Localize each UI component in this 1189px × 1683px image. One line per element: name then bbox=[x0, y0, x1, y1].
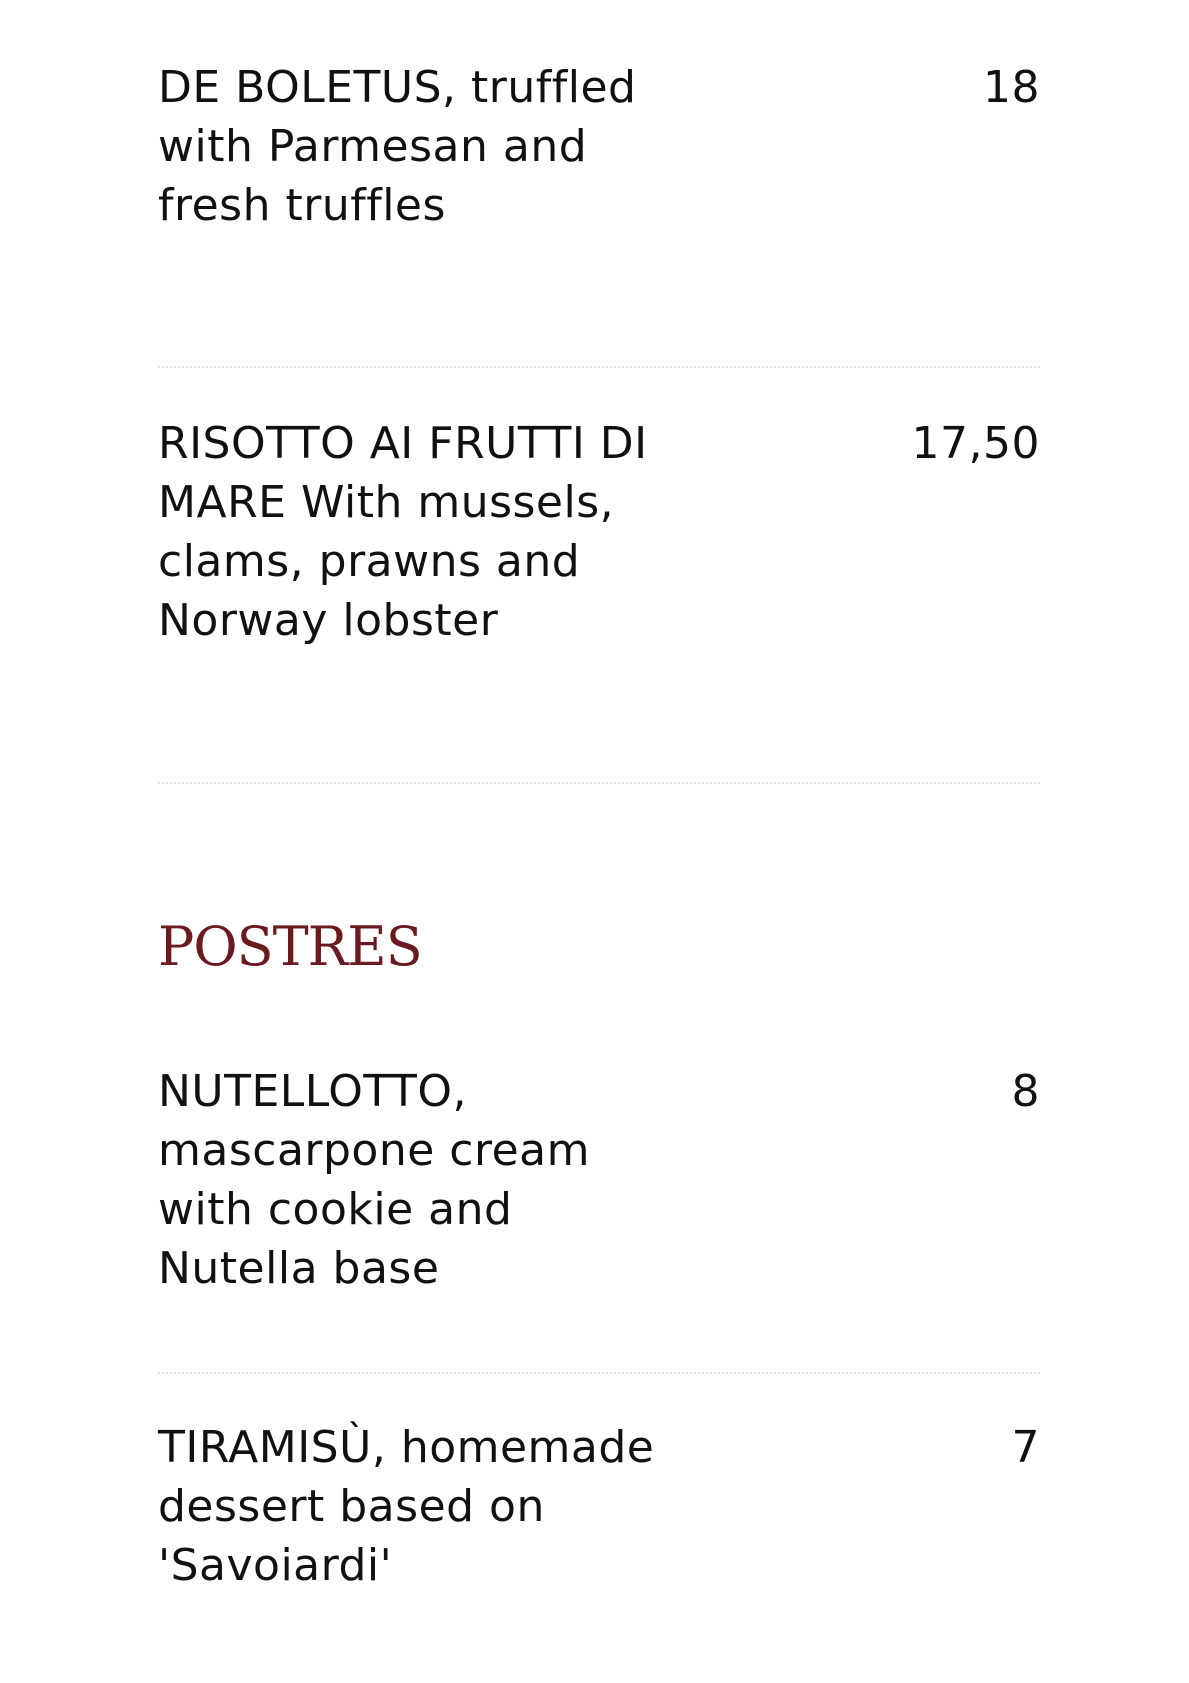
divider bbox=[158, 366, 1040, 368]
menu-item-price: 18 bbox=[983, 62, 1040, 113]
section-title-postres: POSTRES bbox=[158, 915, 423, 978]
menu-item-price: 17,50 bbox=[911, 418, 1040, 469]
menu-item-name: TIRAMISÙ, bbox=[158, 1422, 387, 1473]
menu-item-nutellotto: NUTELLOTTO, mascarpone cream with cookie… bbox=[158, 1062, 1040, 1298]
menu-item-price: 8 bbox=[1011, 1066, 1040, 1117]
menu-item-tiramisu: TIRAMISÙ, homemade dessert based on 'Sav… bbox=[158, 1418, 1040, 1595]
menu-item-text: TIRAMISÙ, homemade dessert based on 'Sav… bbox=[158, 1418, 678, 1595]
menu-item-text: NUTELLOTTO, mascarpone cream with cookie… bbox=[158, 1062, 678, 1298]
menu-item-price: 7 bbox=[1011, 1422, 1040, 1473]
menu-item-description: mascarpone cream with cookie and Nutella… bbox=[158, 1125, 590, 1294]
divider bbox=[158, 782, 1040, 784]
menu-item-text: RISOTTO AI FRUTTI DI MARE With mussels, … bbox=[158, 414, 678, 650]
menu-item-name: NUTELLOTTO, bbox=[158, 1066, 467, 1117]
menu-item-risotto: RISOTTO AI FRUTTI DI MARE With mussels, … bbox=[158, 414, 1040, 650]
menu-item-name: DE BOLETUS, bbox=[158, 62, 457, 113]
divider bbox=[158, 1372, 1040, 1374]
menu-item-de-boletus: DE BOLETUS, truffled with Parmesan and f… bbox=[158, 58, 1040, 235]
menu-item-text: DE BOLETUS, truffled with Parmesan and f… bbox=[158, 58, 678, 235]
